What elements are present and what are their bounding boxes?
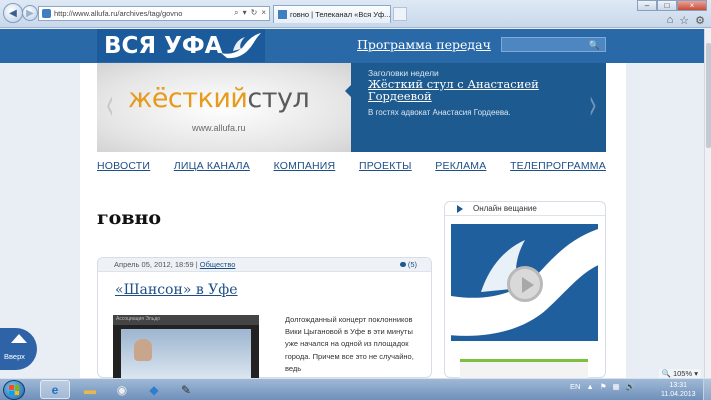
live-label: Онлайн вещание bbox=[473, 204, 537, 213]
site-logo[interactable]: ВСЯ УФА bbox=[97, 29, 265, 62]
post-title-link[interactable]: «Шансон» в Уфе bbox=[115, 282, 238, 298]
gear-icon[interactable]: ⚙ bbox=[695, 14, 705, 27]
video-player[interactable] bbox=[451, 224, 598, 341]
scrollbar-thumb[interactable] bbox=[706, 43, 711, 148]
live-header[interactable]: Онлайн вещание bbox=[445, 202, 605, 216]
address-url[interactable]: http://www.allufa.ru/archives/tag/govno bbox=[54, 9, 182, 18]
post-category-link[interactable]: Общество bbox=[200, 260, 236, 269]
person-image bbox=[134, 339, 152, 361]
banner-title-part2: стул bbox=[247, 83, 310, 114]
network-icon[interactable]: ▦ bbox=[613, 382, 620, 391]
nav-item-faces[interactable]: ЛИЦА КАНАЛА bbox=[174, 160, 250, 176]
action-center-icon[interactable]: ⚑ bbox=[600, 382, 607, 391]
nav-item-company[interactable]: КОМПАНИЯ bbox=[274, 160, 336, 176]
stop-icon[interactable]: × bbox=[261, 8, 266, 18]
post-excerpt: Долгожданный концерт поклонников Вики Цы… bbox=[285, 315, 414, 373]
logo-text: ВСЯ УФА bbox=[104, 32, 223, 59]
tab-title: говно | Телеканал «Вся Уф... bbox=[290, 10, 391, 19]
vertical-scrollbar[interactable] bbox=[704, 29, 711, 378]
dove-logo-icon bbox=[221, 33, 261, 59]
banner-prev-icon[interactable]: ‹ bbox=[106, 79, 114, 130]
browser-toolbar: ◀ ▶ http://www.allufa.ru/archives/tag/go… bbox=[0, 0, 711, 28]
page-title: говно bbox=[97, 207, 162, 229]
featured-banner: ‹ жёсткийстул www.allufa.ru Заголовки не… bbox=[97, 63, 606, 152]
post-card: Апрель 05, 2012, 18:59 | Общество (5) «Ш… bbox=[97, 257, 432, 378]
zoom-level[interactable]: 🔍 105% ▾ bbox=[658, 369, 701, 378]
clock-date: 11.04.2013 bbox=[661, 391, 696, 398]
post-thumbnail[interactable]: Ассоциация Эльдо bbox=[113, 315, 259, 378]
refresh-icon[interactable]: ↻ bbox=[251, 8, 258, 18]
banner-image[interactable]: ‹ жёсткийстул www.allufa.ru bbox=[97, 63, 351, 152]
site-favicon-icon bbox=[42, 9, 51, 18]
program-guide-link[interactable]: Программа передач bbox=[357, 37, 491, 52]
nav-item-news[interactable]: НОВОСТИ bbox=[97, 160, 150, 176]
ie-taskbar-icon[interactable]: e bbox=[40, 380, 70, 399]
new-tab-button[interactable] bbox=[393, 7, 407, 21]
site-header: ВСЯ УФА Программа передач 🔍 bbox=[0, 29, 711, 63]
post-date: Апрель 05, 2012, 18:59 | bbox=[114, 260, 198, 269]
close-button[interactable]: × bbox=[677, 0, 707, 11]
play-button[interactable] bbox=[507, 266, 543, 302]
show-hidden-icons-icon[interactable]: ▲ bbox=[586, 382, 593, 391]
live-broadcast-widget: Онлайн вещание bbox=[444, 201, 606, 378]
language-indicator[interactable]: EN bbox=[570, 382, 580, 391]
banner-url: www.allufa.ru bbox=[192, 123, 246, 133]
thumb-caption: Ассоциация Эльдо bbox=[113, 315, 259, 325]
clock-time: 13:31 bbox=[669, 382, 688, 389]
home-icon[interactable]: ⌂ bbox=[667, 14, 674, 27]
forward-arrow-icon: ▶ bbox=[26, 7, 34, 19]
dropdown-icon[interactable]: ▾ bbox=[243, 8, 247, 18]
search-icon[interactable]: 🔍 bbox=[589, 40, 600, 51]
banner-next-icon[interactable]: › bbox=[589, 79, 597, 130]
window-controls: – □ × bbox=[637, 0, 707, 11]
browser-tab[interactable]: говно | Телеканал «Вся Уф... × bbox=[273, 5, 391, 23]
address-tools: ⌕ ▾ ↻ × bbox=[234, 8, 266, 18]
comment-bubble-icon bbox=[399, 262, 406, 267]
sidebar-banner[interactable] bbox=[460, 359, 588, 378]
main-nav: НОВОСТИ ЛИЦА КАНАЛА КОМПАНИЯ ПРОЕКТЫ РЕК… bbox=[97, 160, 606, 176]
windows-taskbar: e ▬ ◉ ◆ ✎ EN ▲ ⚑ ▦ 🔊 13:31 11.04.2013 bbox=[0, 378, 711, 400]
volume-icon[interactable]: 🔊 bbox=[626, 382, 635, 391]
search-input[interactable]: 🔍 bbox=[501, 37, 606, 52]
system-tray: EN ▲ ⚑ ▦ 🔊 bbox=[570, 382, 635, 391]
dropbox-taskbar-icon[interactable]: ◆ bbox=[139, 380, 169, 399]
minimize-button[interactable]: – bbox=[637, 0, 657, 11]
back-button[interactable]: ◀ bbox=[3, 3, 23, 23]
nav-item-tv-program[interactable]: ТЕЛЕПРОГРАММА bbox=[510, 160, 606, 176]
start-button[interactable] bbox=[3, 380, 25, 400]
comments-count: (5) bbox=[407, 260, 417, 269]
banner-headline-panel: Заголовки недели Жёсткий стул с Анастаси… bbox=[345, 63, 606, 152]
forward-button[interactable]: ▶ bbox=[22, 5, 38, 21]
up-arrow-icon bbox=[11, 334, 27, 343]
scroll-up-label: Вверх bbox=[4, 352, 25, 361]
post-meta: Апрель 05, 2012, 18:59 | Общество bbox=[98, 258, 431, 272]
headline-description: В гостях адвокат Анастасия Гордеева. bbox=[368, 108, 511, 117]
pointer-arrow-icon bbox=[345, 85, 351, 97]
banner-title-part1: жёсткий bbox=[128, 83, 248, 114]
play-icon bbox=[457, 205, 463, 213]
play-triangle-icon bbox=[522, 277, 534, 293]
comments-link[interactable]: (5) bbox=[399, 258, 417, 272]
web-page: ВСЯ УФА Программа передач 🔍 ‹ жёсткийсту… bbox=[0, 29, 711, 378]
back-arrow-icon: ◀ bbox=[9, 7, 17, 19]
nav-item-advertising[interactable]: РЕКЛАМА bbox=[435, 160, 486, 176]
search-icon[interactable]: ⌕ bbox=[234, 8, 238, 18]
nav-item-projects[interactable]: ПРОЕКТЫ bbox=[359, 160, 412, 176]
address-bar[interactable]: http://www.allufa.ru/archives/tag/govno … bbox=[38, 6, 270, 21]
show-desktop-button[interactable] bbox=[703, 379, 711, 400]
explorer-taskbar-icon[interactable]: ▬ bbox=[75, 380, 105, 399]
ie-tools: ⌂ ☆ ⚙ bbox=[667, 14, 705, 27]
favorites-icon[interactable]: ☆ bbox=[679, 14, 689, 27]
windows-flag-icon bbox=[9, 385, 19, 395]
tab-favicon-icon bbox=[278, 10, 287, 19]
maximize-button[interactable]: □ bbox=[657, 0, 677, 11]
headline-link[interactable]: Жёсткий стул с Анастасией Гордеевой bbox=[368, 78, 580, 102]
banner-title: жёсткийстул bbox=[128, 83, 310, 114]
system-clock[interactable]: 13:31 11.04.2013 bbox=[661, 381, 696, 399]
media-player-taskbar-icon[interactable]: ◉ bbox=[107, 380, 137, 399]
tool-taskbar-icon[interactable]: ✎ bbox=[171, 380, 201, 399]
thumb-screen bbox=[121, 329, 251, 378]
